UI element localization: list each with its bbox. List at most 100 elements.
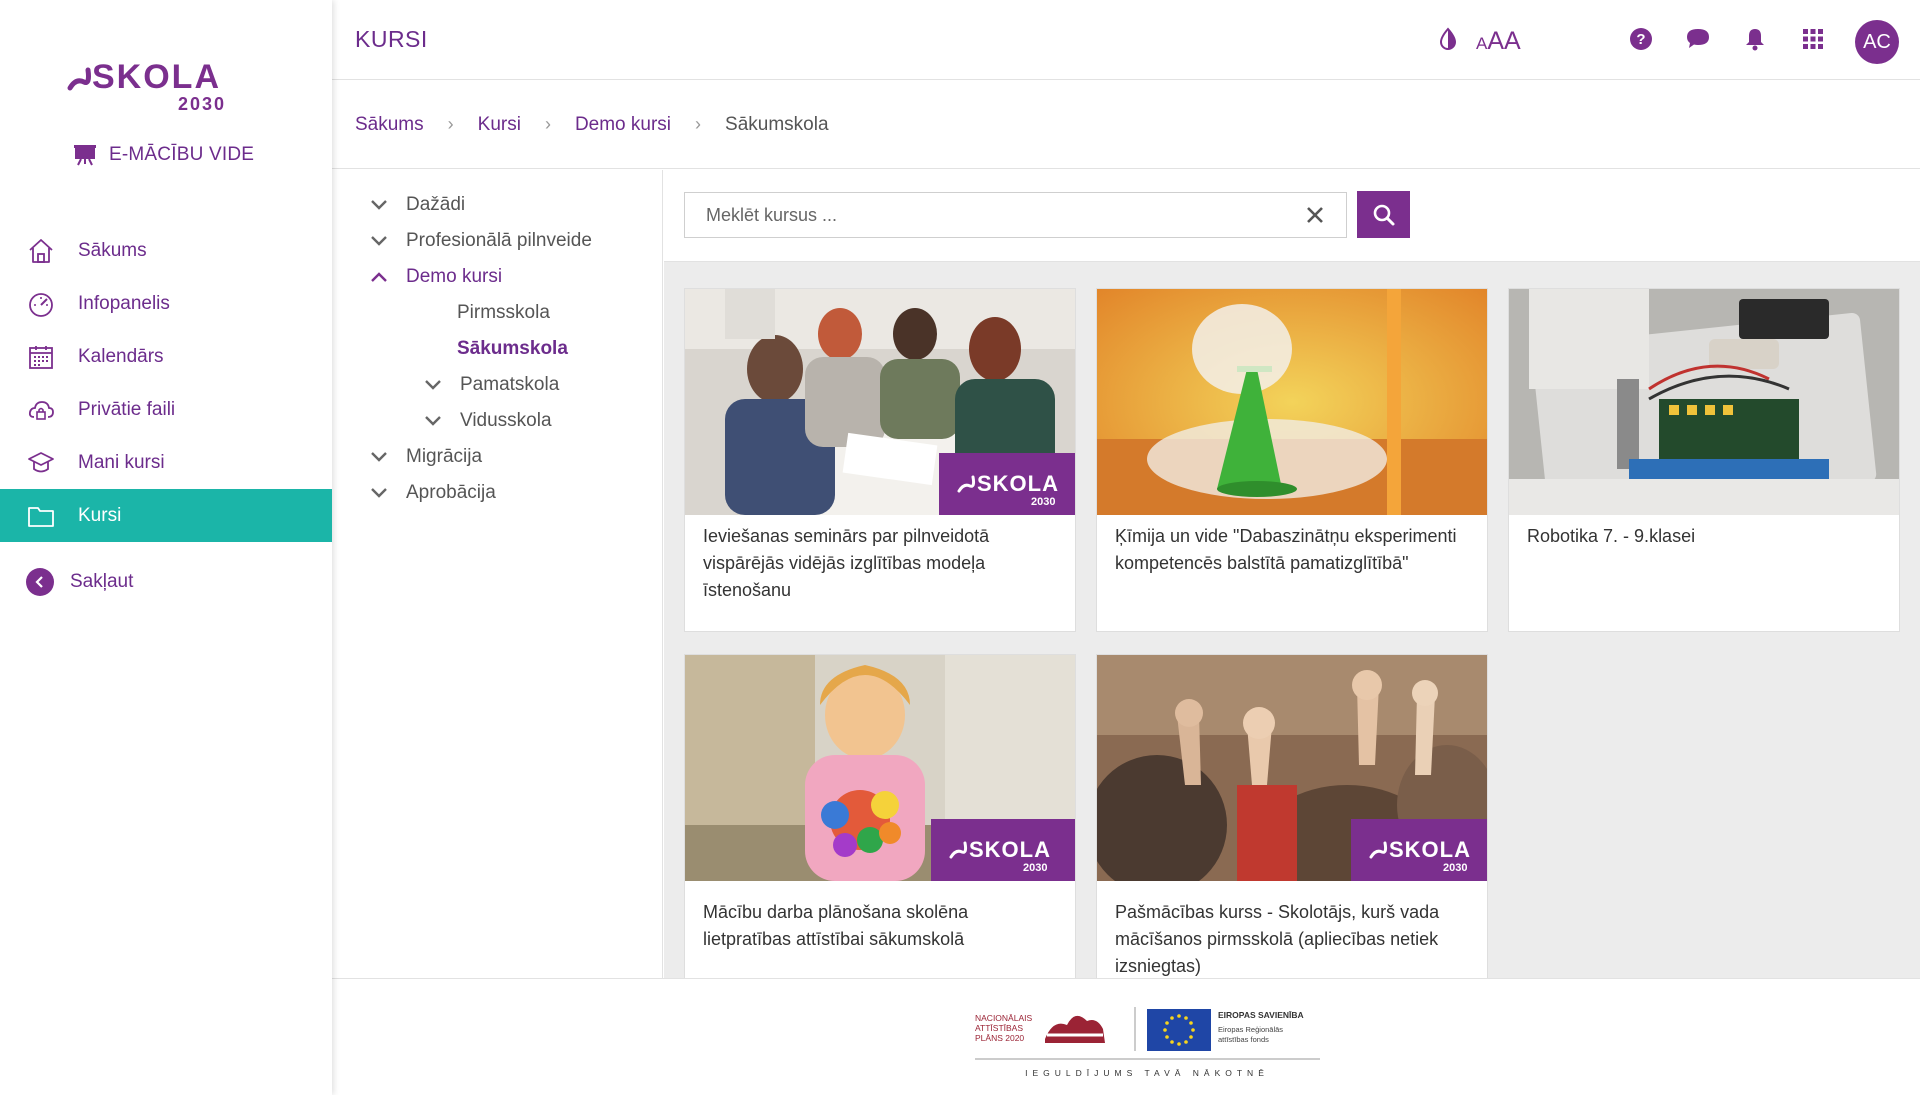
svg-text:SKOLA: SKOLA — [1389, 837, 1471, 862]
contrast-icon — [1439, 27, 1457, 50]
footer-slogan: IEGULDĪJUMS TAVĀ NĀKOTNĒ — [1025, 1068, 1269, 1078]
eu-fund-line-2: attīstības fonds — [1218, 1035, 1269, 1044]
course-card[interactable]: SKOLA 2030 Ieviešanas seminārs par pilnve… — [684, 288, 1076, 632]
skola-2030-badge: SKOLA 2030 — [1351, 819, 1487, 881]
tree-item-migracija[interactable]: Migrācija — [368, 446, 482, 468]
course-content: SKOLA2030 Ieviešanas seminārs par pilnve… — [664, 170, 1920, 998]
chevron-down-icon[interactable] — [422, 410, 444, 432]
svg-text:2030: 2030 — [1031, 496, 1055, 508]
logo-year: 2030 — [178, 94, 226, 114]
tree-item-profesionala-pilnveide[interactable]: Profesionālā pilnveide — [368, 230, 592, 252]
user-avatar[interactable]: AC — [1855, 20, 1899, 64]
sidebar-item-label: Kalendārs — [78, 345, 164, 367]
close-icon — [1307, 207, 1323, 223]
collapse-label: Sakļaut — [70, 571, 134, 592]
tree-item-label: Sākumskola — [457, 338, 568, 359]
presentation-board-icon — [73, 143, 97, 167]
latvia-map-logo — [1045, 1015, 1105, 1043]
breadcrumb-item-kursi[interactable]: Kursi — [478, 114, 521, 136]
search-input[interactable] — [684, 192, 1347, 238]
course-card[interactable]: Robotika 7. - 9.klasei — [1508, 288, 1900, 632]
tree-item-label: Pirmsskola — [457, 302, 550, 323]
chevron-down-icon[interactable] — [368, 482, 390, 504]
tree-item-label: Dažādi — [406, 194, 466, 215]
sidebar-item-mani-kursi[interactable]: Mani kursi — [0, 436, 332, 489]
sidebar-item-label: Sākums — [78, 239, 147, 261]
category-tree: Dažādi Profesionālā pilnveide Demo kursi… — [332, 170, 663, 978]
eu-title: EIROPAS SAVIENĪBA — [1218, 1010, 1304, 1020]
sidebar-item-kursi[interactable]: Kursi — [0, 489, 332, 542]
help-button[interactable]: ? — [1626, 24, 1656, 54]
chevron-down-icon[interactable] — [368, 230, 390, 252]
bell-icon — [1746, 29, 1764, 51]
messages-button[interactable] — [1683, 24, 1713, 54]
sidebar: SKOLA 2030 E-MĀCĪBU VIDE Sākums Infopane… — [0, 0, 332, 1095]
course-title: Mācību darba plānošana skolēna lietpratī… — [703, 902, 969, 949]
tree-item-aprobacija[interactable]: Aprobācija — [368, 482, 496, 504]
font-size-toggle-button[interactable]: AAA — [1476, 27, 1521, 56]
tree-item-pirmsskola[interactable]: Pirmsskola — [457, 302, 550, 324]
svg-text:?: ? — [1636, 31, 1645, 48]
sidebar-item-label: Mani kursi — [78, 451, 165, 473]
course-title: Pašmācības kurss - Skolotājs, kurš vada … — [1115, 902, 1440, 976]
course-card[interactable]: Ķīmija un vide "Dabaszinātņu eksperiment… — [1096, 288, 1488, 632]
chevron-down-icon[interactable] — [422, 374, 444, 396]
breadcrumb-item-sakums[interactable]: Sākums — [355, 114, 424, 136]
sidebar-item-label: Infopanelis — [78, 292, 170, 314]
chevron-right-icon: › — [447, 114, 454, 134]
eu-fund-line-1: Eiropas Reģionālās — [1218, 1025, 1283, 1034]
tree-item-label: Demo kursi — [406, 266, 503, 287]
tree-item-vidusskola[interactable]: Vidusskola — [422, 410, 552, 432]
sidebar-item-label: Privātie faili — [78, 398, 176, 420]
home-icon — [26, 236, 56, 266]
course-title: Robotika 7. - 9.klasei — [1527, 526, 1696, 546]
chevron-down-icon[interactable] — [368, 446, 390, 468]
course-card[interactable]: SKOLA 2030 Mācību darba plānošana skolēna… — [684, 654, 1076, 998]
robotics-board-photo — [1509, 289, 1899, 515]
search-bar — [664, 170, 1920, 262]
clear-search-button[interactable] — [1302, 202, 1328, 228]
collapse-sidebar-button[interactable]: Sakļaut — [26, 568, 133, 596]
sidebar-item-kalendars[interactable]: Kalendārs — [0, 330, 332, 383]
course-title: Ieviešanas seminārs par pilnveidotā visp… — [703, 526, 990, 600]
help-icon: ? — [1630, 28, 1652, 50]
skola-2030-logo[interactable]: SKOLA 2030 — [66, 58, 236, 120]
apps-grid-icon — [1803, 29, 1823, 49]
contrast-toggle-button[interactable] — [1433, 24, 1463, 54]
chevron-down-icon[interactable] — [368, 194, 390, 216]
page-title: KURSI — [355, 26, 428, 52]
breadcrumb: Sākums › Kursi › Demo kursi › Sākumskola — [332, 81, 1920, 169]
seminar-photo: SKOLA 2030 — [685, 289, 1075, 515]
tree-item-dazadi[interactable]: Dažādi — [368, 194, 465, 216]
tree-item-label: Vidusskola — [460, 410, 552, 431]
svg-text:2030: 2030 — [1443, 862, 1467, 874]
svg-text:2030: 2030 — [1023, 862, 1047, 874]
search-button[interactable] — [1357, 191, 1410, 238]
sidebar-item-sakums[interactable]: Sākums — [0, 224, 332, 277]
breadcrumb-item-demo-kursi[interactable]: Demo kursi — [575, 114, 671, 136]
folder-icon — [26, 501, 56, 531]
sidebar-item-privatie-faili[interactable]: Privātie faili — [0, 383, 332, 436]
logo-wordmark: SKOLA — [92, 58, 221, 96]
environment-title: E-MĀCĪBU VIDE — [109, 144, 255, 165]
apps-menu-button[interactable] — [1798, 24, 1828, 54]
chevron-right-icon: › — [544, 114, 551, 134]
course-title: Ķīmija un vide "Dabaszinātņu eksperiment… — [1115, 526, 1457, 573]
svg-text:SKOLA: SKOLA — [977, 471, 1059, 496]
breadcrumb-item-current: Sākumskola — [725, 113, 829, 135]
tree-item-sakumskola[interactable]: Sākumskola — [457, 338, 568, 360]
course-card[interactable]: SKOLA 2030 Pašmācības kurss - Skolotājs, … — [1096, 654, 1488, 998]
tree-item-demo-kursi[interactable]: Demo kursi — [368, 266, 502, 288]
notifications-button[interactable] — [1740, 24, 1770, 54]
cloud-lock-icon — [26, 395, 56, 425]
raised-hands-photo: SKOLA 2030 — [1097, 655, 1487, 881]
skola-2030-badge: SKOLA 2030 — [939, 453, 1075, 515]
sidebar-item-infopanelis[interactable]: Infopanelis — [0, 277, 332, 330]
nap-line-1: NACIONĀLAIS — [975, 1013, 1032, 1023]
chat-bubble-icon — [1687, 29, 1709, 48]
nap-line-3: PLĀNS 2020 — [975, 1033, 1024, 1043]
chevron-up-icon[interactable] — [368, 266, 390, 288]
tree-item-label: Migrācija — [406, 446, 483, 467]
tree-item-pamatskola[interactable]: Pamatskola — [422, 374, 559, 396]
nap-line-2: ATTĪSTĪBAS — [975, 1023, 1023, 1033]
